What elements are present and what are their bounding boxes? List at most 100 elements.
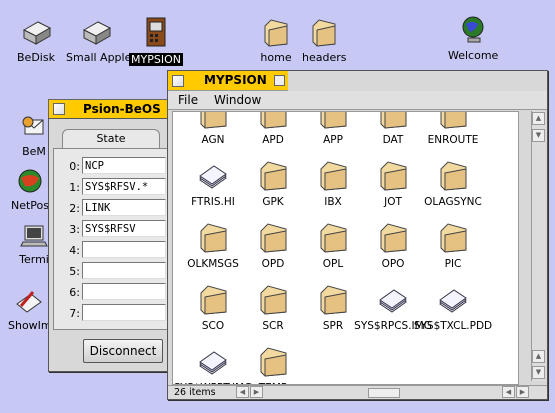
window-title: Psion-BeOS bbox=[83, 102, 161, 116]
folder-icon bbox=[376, 112, 410, 133]
file-name: OLAGSYNC bbox=[424, 196, 482, 208]
mypsion-window: MYPSION File Window AGN APD APP DAT ENROUTE F… bbox=[167, 70, 548, 400]
document-icon bbox=[196, 158, 230, 195]
status-scroll-bar: 26 items ◀ ▶ ◀ ▶ bbox=[168, 385, 547, 399]
state-row: 7: bbox=[54, 304, 174, 324]
scroll-up-icon[interactable]: ▲ bbox=[532, 350, 545, 363]
file-name: SYS$TXCL.PDD bbox=[413, 320, 493, 332]
folder-icon bbox=[256, 158, 290, 195]
menu-file[interactable]: File bbox=[178, 93, 198, 107]
folder-icon bbox=[436, 220, 470, 257]
state-field[interactable] bbox=[82, 283, 166, 300]
row-number: 3: bbox=[69, 223, 80, 236]
folder-icon bbox=[316, 220, 350, 257]
folder-icon bbox=[316, 112, 350, 133]
desktop-icon-welcome[interactable]: Welcome bbox=[446, 14, 500, 62]
state-row: 2: LINK bbox=[54, 199, 174, 219]
close-box-icon[interactable] bbox=[172, 75, 184, 87]
terminal-icon bbox=[20, 225, 48, 247]
row-number: 6: bbox=[69, 286, 80, 299]
disconnect-button[interactable]: Disconnect bbox=[83, 339, 163, 363]
menu-bar: File Window bbox=[168, 91, 547, 110]
desktop-icon-home[interactable]: home bbox=[254, 16, 298, 64]
row-number: 1: bbox=[69, 181, 80, 194]
state-field[interactable] bbox=[82, 241, 166, 258]
folder-icon bbox=[436, 112, 470, 133]
folder-icon bbox=[256, 344, 290, 381]
state-field[interactable] bbox=[82, 262, 166, 279]
state-field[interactable]: LINK bbox=[82, 199, 166, 216]
desktop-icon-label: Small Apple bbox=[66, 51, 132, 64]
horizontal-scroll-thumb[interactable] bbox=[368, 388, 400, 398]
folder-icon bbox=[256, 112, 290, 133]
desktop-icon-label: NetPos bbox=[10, 199, 49, 212]
row-number: 2: bbox=[69, 202, 80, 215]
state-field[interactable]: SYS$RFSV bbox=[82, 220, 166, 237]
scroll-right-icon[interactable]: ▶ bbox=[516, 386, 529, 398]
row-number: 5: bbox=[69, 265, 80, 278]
state-field[interactable]: SYS$RFSV.* bbox=[82, 178, 166, 195]
scroll-left-icon[interactable]: ◀ bbox=[236, 386, 249, 398]
psion-window-tab[interactable]: Psion-BeOS bbox=[48, 99, 170, 118]
folder-icon bbox=[436, 158, 470, 195]
close-box-icon[interactable] bbox=[53, 103, 65, 115]
desktop-icon-small-apple[interactable]: Small Apple bbox=[64, 18, 131, 64]
item-count: 26 items bbox=[174, 387, 216, 398]
folder-icon bbox=[376, 158, 410, 195]
document-icon bbox=[376, 282, 410, 319]
folder-icon bbox=[196, 220, 230, 257]
desktop-icon-label: Welcome bbox=[448, 49, 499, 62]
state-panel: 0: NCP 1: SYS$RFSV.* 2: LINK 3: SYS$RFSV… bbox=[53, 148, 171, 330]
folder-icon bbox=[196, 282, 230, 319]
folder-icon bbox=[256, 220, 290, 257]
tab-state[interactable]: State bbox=[62, 129, 160, 148]
disk-icon bbox=[82, 21, 112, 45]
state-field[interactable]: NCP bbox=[82, 157, 166, 174]
mail-icon bbox=[22, 116, 44, 135]
desktop-icon-label: headers bbox=[302, 51, 347, 64]
row-number: 0: bbox=[69, 160, 80, 173]
folder-icon bbox=[312, 19, 336, 47]
state-field[interactable] bbox=[82, 304, 166, 321]
desktop-icon-netpositive[interactable]: NetPos bbox=[8, 166, 52, 212]
row-number: 7: bbox=[69, 307, 80, 320]
desktop-icon-bedisk[interactable]: BeDisk bbox=[8, 18, 64, 64]
showimage-icon bbox=[16, 291, 42, 313]
state-row: 3: SYS$RFSV bbox=[54, 220, 174, 240]
state-row: 1: SYS$RFSV.* bbox=[54, 178, 174, 198]
folder-icon bbox=[316, 158, 350, 195]
row-number: 4: bbox=[69, 244, 80, 257]
scroll-right-icon[interactable]: ▶ bbox=[250, 386, 263, 398]
globe-icon bbox=[462, 16, 484, 43]
psion-beos-window: State 0: NCP 1: SYS$RFSV.* 2: LINK 3: SY… bbox=[48, 118, 174, 372]
disk-icon bbox=[22, 21, 52, 45]
file-browser-content: AGN APD APP DAT ENROUTE FTRIS.HI GPK IBX JOT OLAG… bbox=[172, 111, 519, 385]
desktop-icon-showimage[interactable]: ShowIm bbox=[6, 286, 52, 332]
state-row: 4: bbox=[54, 241, 174, 261]
desktop-icon-label: BeDisk bbox=[17, 51, 55, 64]
menu-window[interactable]: Window bbox=[214, 93, 261, 107]
desktop-icon-mypsion[interactable]: MYPSION bbox=[128, 16, 184, 66]
folder-icon bbox=[376, 220, 410, 257]
mypsion-window-tab[interactable]: MYPSION bbox=[168, 71, 288, 91]
state-row: 0: NCP bbox=[54, 157, 174, 177]
psion-device-icon bbox=[146, 17, 166, 47]
scroll-down-icon[interactable]: ▼ bbox=[532, 366, 545, 379]
folder-icon bbox=[196, 112, 230, 133]
state-row: 5: bbox=[54, 262, 174, 282]
zoom-box-icon[interactable] bbox=[274, 75, 285, 86]
scroll-up-icon[interactable]: ▲ bbox=[532, 112, 545, 125]
document-icon bbox=[196, 344, 230, 381]
scroll-down-icon[interactable]: ▼ bbox=[532, 129, 545, 142]
desktop-icon-label: home bbox=[260, 51, 292, 64]
state-row: 6: bbox=[54, 283, 174, 303]
desktop-icon-headers[interactable]: headers bbox=[300, 16, 348, 64]
scroll-left-icon[interactable]: ◀ bbox=[502, 386, 515, 398]
window-title: MYPSION bbox=[204, 73, 267, 87]
document-icon bbox=[436, 282, 470, 319]
desktop-icon-label: MYPSION bbox=[129, 53, 183, 66]
vertical-scrollbar[interactable]: ▲ ▼ ▲ ▼ bbox=[531, 111, 545, 381]
file-name: ENROUTE bbox=[427, 134, 479, 146]
folder-icon bbox=[256, 282, 290, 319]
desktop-icon-label: ShowIm bbox=[8, 319, 52, 332]
